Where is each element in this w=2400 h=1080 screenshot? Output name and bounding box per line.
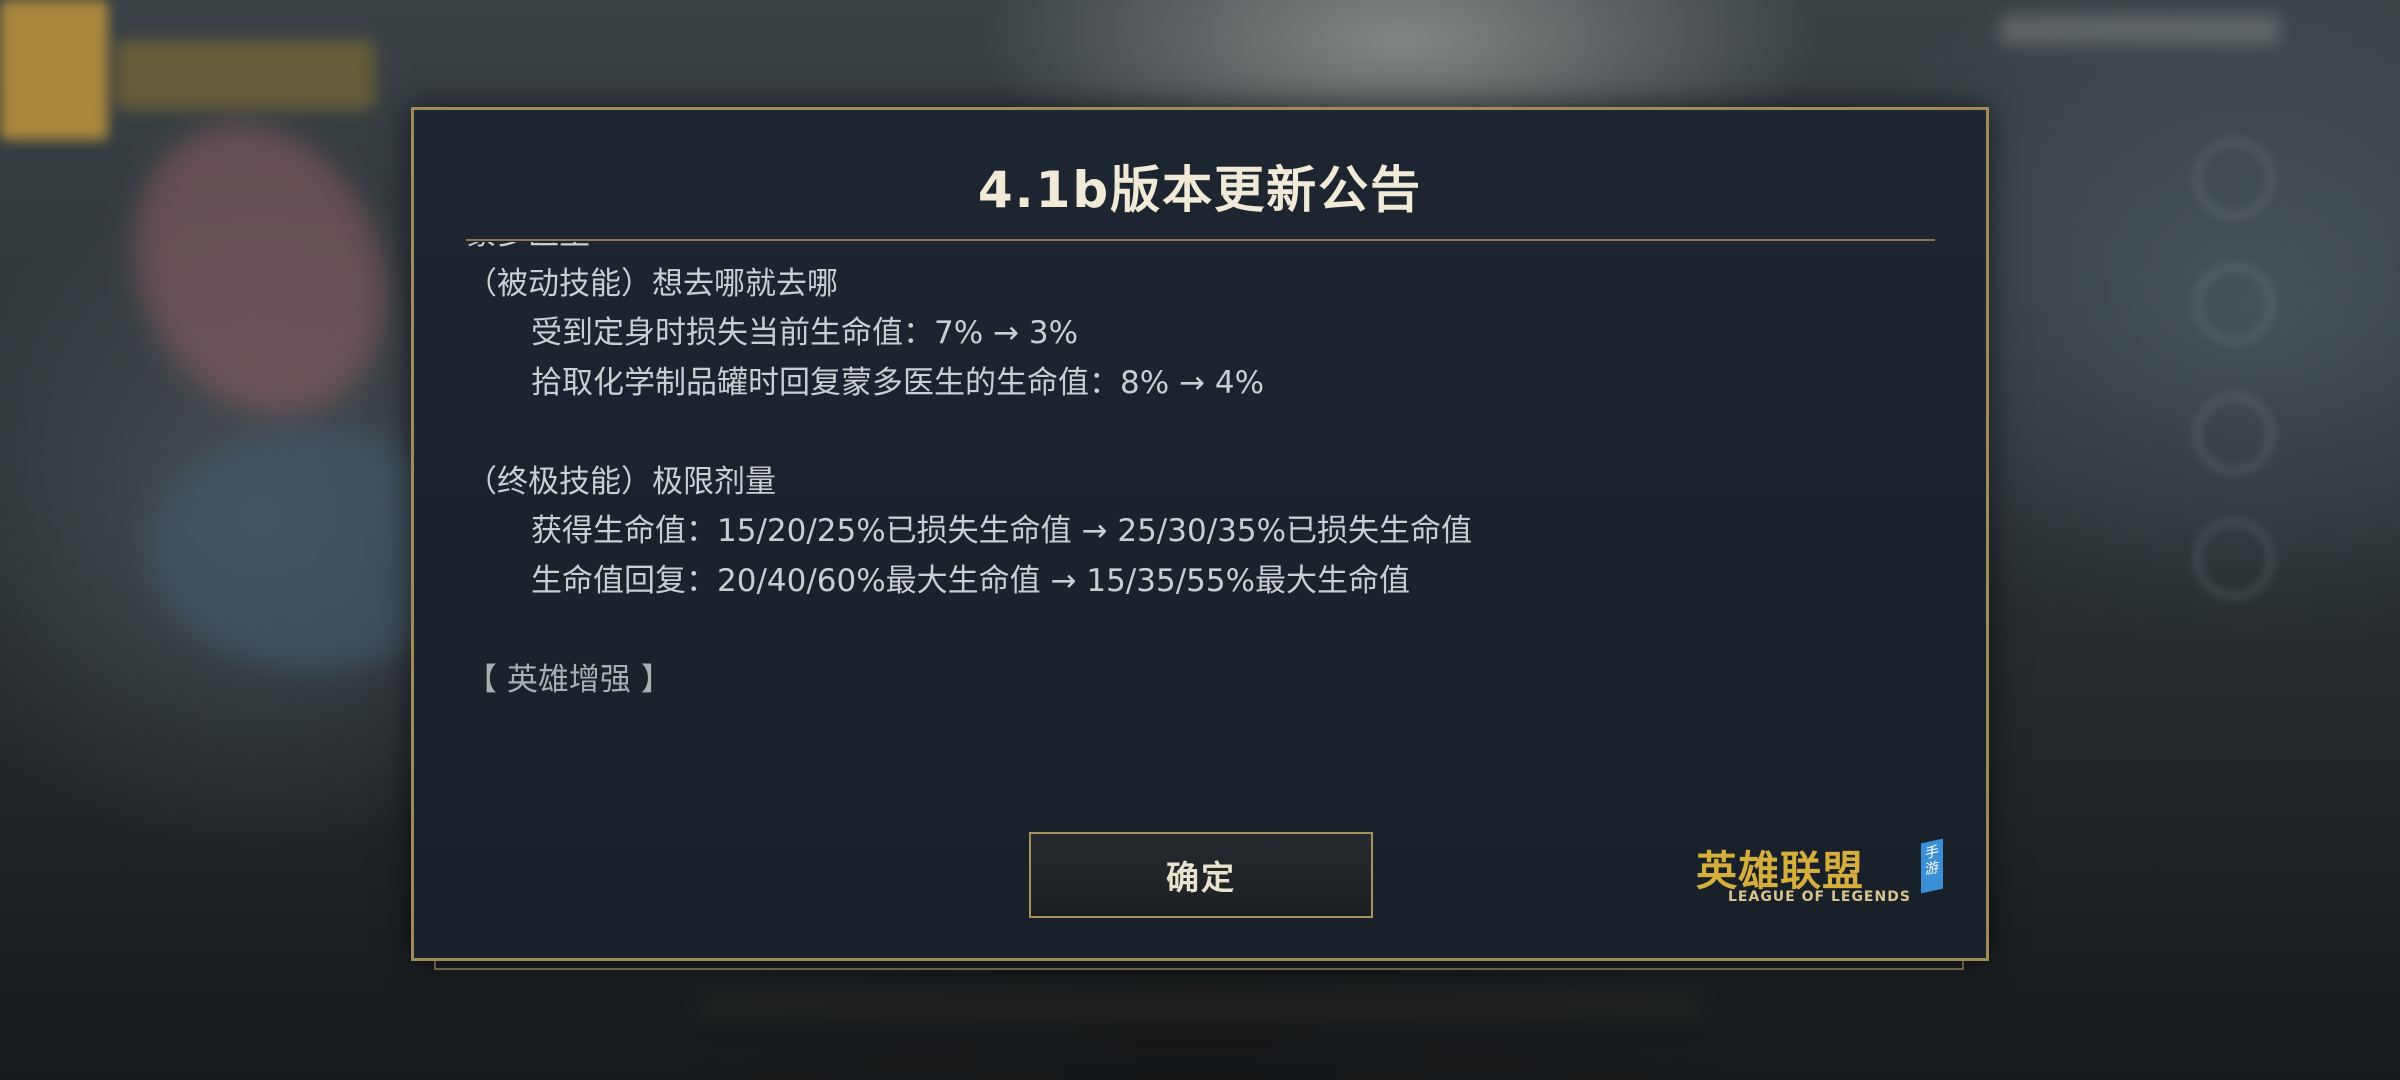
dialog-title: 4.1b版本更新公告 xyxy=(977,161,1423,219)
blurred-game-logo xyxy=(115,40,375,110)
league-of-legends-logo: 英雄联盟 手游 LEAGUE OF LEGENDS xyxy=(1696,837,1946,917)
notice-spacer xyxy=(466,408,1935,458)
blurred-side-button-icon xyxy=(2195,265,2273,343)
update-notice-dialog: 4.1b版本更新公告 蒙多医生 （被动技能）想去哪就去哪受到定身时损失当前生命值：… xyxy=(411,107,1989,961)
notice-lines: 蒙多医生 （被动技能）想去哪就去哪受到定身时损失当前生命值：7% → 3% 拾取化学… xyxy=(466,242,1935,705)
game-background: 4.1b版本更新公告 蒙多医生 （被动技能）想去哪就去哪受到定身时损失当前生命值：… xyxy=(0,0,2400,1080)
blurred-top-bar xyxy=(2000,15,2280,45)
blurred-side-button-icon xyxy=(2195,520,2273,598)
blurred-bottom-bar xyxy=(700,990,1700,1020)
blurred-side-button-icon xyxy=(2195,140,2273,218)
title-divider xyxy=(466,239,1935,241)
notice-line: 生命值回复：20/40/60%最大生命值 → 15/35/55%最大生命值 xyxy=(531,562,1411,599)
logo-english-text: LEAGUE OF LEGENDS xyxy=(1728,889,1911,905)
dialog-bottom-edge xyxy=(434,960,1964,970)
notice-line: 拾取化学制品罐时回复蒙多医生的生命值：8% → 4% xyxy=(531,364,1265,401)
blurred-event-icon xyxy=(0,0,108,140)
blurred-champion-ear xyxy=(87,83,433,457)
notice-section-heading: 【 英雄增强 】 xyxy=(466,661,672,698)
notice-line: 受到定身时损失当前生命值：7% → 3% xyxy=(531,315,1079,351)
notice-line: （终极技能）极限剂量 xyxy=(466,463,776,500)
notice-spacer xyxy=(466,606,1935,656)
logo-chinese-text: 英雄联盟 xyxy=(1696,847,1864,895)
logo-mobile-badge: 手游 xyxy=(1921,838,1943,894)
blurred-side-button-icon xyxy=(2195,395,2273,473)
notice-line: 获得生命值：15/20/25%已损失生命值 → 25/30/35%已损失生命值 xyxy=(531,513,1473,549)
logo-badge-char: 游 xyxy=(1925,859,1939,879)
notice-line: 蒙多医生 xyxy=(466,242,1935,260)
notice-content-scroll[interactable]: 蒙多医生 （被动技能）想去哪就去哪受到定身时损失当前生命值：7% → 3% 拾取化学… xyxy=(466,242,1935,802)
confirm-button[interactable]: 确定 xyxy=(1029,832,1373,918)
notice-line: （被动技能）想去哪就去哪 xyxy=(466,265,838,302)
